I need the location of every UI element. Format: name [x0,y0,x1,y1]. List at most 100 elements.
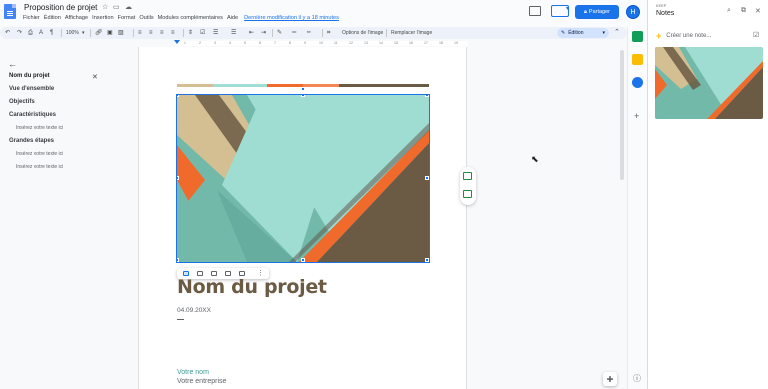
explore-icon: ✚ [606,374,614,384]
insert-image-icon[interactable]: ▨ [118,28,124,38]
meet-present-button[interactable] [551,5,569,17]
move-folder-icon[interactable]: ▭ [113,3,120,11]
star-icon[interactable]: ☆ [102,3,108,11]
geometric-artwork [177,95,429,262]
add-comment-icon[interactable] [463,172,472,180]
border-weight-icon[interactable]: ═ [292,28,296,38]
redo-icon[interactable]: ↷ [17,28,22,38]
menu-modules[interactable]: Modules complémentaires [158,15,223,21]
document-date[interactable]: 04.09.20XX [177,307,211,314]
paint-format-icon[interactable]: ¶ [50,28,53,38]
outline-subitem[interactable]: Insérez votre texte ici [16,151,63,157]
add-comment-icon[interactable]: ▣ [107,28,113,38]
menu-fichier[interactable]: Fichier [23,15,40,21]
back-arrow-icon[interactable]: ← [8,59,17,69]
print-icon[interactable]: ⎙ [28,28,33,38]
author-company[interactable]: Votre entreprise [177,378,226,385]
menu-outils[interactable]: Outils [139,15,153,21]
line-spacing-icon[interactable]: ⇕ [188,28,193,38]
chevron-down-icon: ▾ [602,30,605,36]
outline-item[interactable]: Objectifs [9,99,35,105]
menu-edition[interactable]: Édition [44,15,61,21]
border-color-icon[interactable]: ✎ [277,28,282,38]
outline-subitem[interactable]: Insérez votre texte ici [16,125,63,131]
bulleted-list-icon[interactable]: ☰ [213,28,218,38]
open-in-new-icon[interactable]: ⧉ [741,7,746,15]
align-right-icon[interactable]: ≡ [160,28,164,38]
outline-item[interactable]: Vue d'ensemble [9,86,54,92]
ruler-tick-label: 11 [334,41,338,45]
indent-marker[interactable] [174,40,180,44]
border-dash-icon[interactable]: ┅ [307,28,311,38]
outline-item[interactable]: Nom du projet [9,73,50,79]
last-edit-link[interactable]: Dernière modification il y a 18 minutes [244,15,339,21]
share-button[interactable]: 🔒︎ Partager [575,5,619,19]
menu-affichage[interactable]: Affichage [65,15,88,21]
ruler: 1 2 3 4 5 6 7 8 9 10 11 12 13 14 15 16 17 18 19 [0,40,627,47]
image-options-button[interactable]: Options de l'image [342,28,383,38]
rotate-handle[interactable] [301,87,305,91]
menu-aide[interactable]: Aide [227,15,238,21]
author-name[interactable]: Votre nom [177,369,209,376]
document-page[interactable]: ⋮ Nom du projet 04.09.20XX Votre nom Vot… [138,47,467,389]
zoom-chevron-icon: ▾ [82,30,85,36]
replace-image-button[interactable]: Remplacer l'image [391,28,432,38]
ruler-tick-label: 5 [244,41,246,45]
ruler-scale: 1 2 3 4 5 6 7 8 9 10 11 12 13 14 15 16 17 18 19 [176,41,468,46]
checklist-icon[interactable]: ☑ [200,28,205,38]
checkbox-note-icon[interactable]: ☑ [753,31,759,39]
ruler-tick-label: 14 [379,41,383,45]
ruler-tick-label: 19 [454,41,458,45]
collapse-menus-icon[interactable]: ⌃ [614,28,620,36]
create-note-input[interactable]: + Créer une note... [656,31,711,41]
tasks-icon[interactable] [632,77,643,88]
avatar[interactable]: H [626,5,640,19]
note-image [655,47,763,119]
spellcheck-icon[interactable]: A [39,28,43,38]
close-icon[interactable]: ✕ [755,7,761,15]
align-center-icon[interactable]: ≡ [149,28,153,38]
suggest-edit-icon[interactable] [463,190,472,198]
link-icon[interactable]: 🔗︎ [95,28,103,38]
info-icon[interactable]: ⓘ [633,373,641,384]
cloud-status-icon[interactable]: ☁ [125,3,132,11]
document-title[interactable]: Proposition de projet [24,3,97,12]
keep-panel: KEEP Notes ⌕ ⧉ ✕ + Créer une note... ☑ [647,0,768,389]
ruler-tick-label: 8 [289,41,291,45]
scrollbar[interactable] [620,50,624,180]
outline-subitem[interactable]: Insérez votre texte ici [16,164,63,170]
ruler-tick-label: 10 [319,41,323,45]
search-icon[interactable]: ⌕ [727,7,731,15]
explore-button[interactable]: ✚ [603,372,617,386]
keep-icon[interactable] [632,54,643,65]
side-apps-strip: + ⓘ [627,27,647,389]
editing-mode-label: Édition [568,30,584,36]
ruler-tick-label: 3 [214,41,216,45]
document-title-heading[interactable]: Nom du projet [177,276,327,298]
crop-icon[interactable]: ⌗ [327,28,330,38]
calendar-icon[interactable] [632,31,643,42]
mouse-cursor-icon: ⬉ [531,154,539,164]
close-icon[interactable]: ✕ [92,73,98,81]
menu-insertion[interactable]: Insertion [92,15,113,21]
increase-indent-icon[interactable]: ⇥ [261,28,266,38]
outline-item[interactable]: Caractéristiques [9,112,56,118]
align-left-icon[interactable]: ≡ [138,28,142,38]
decrease-indent-icon[interactable]: ⇤ [249,28,254,38]
keep-note-card[interactable] [655,47,763,119]
keep-app-name: KEEP [656,4,667,8]
ruler-tick-label: 16 [409,41,413,45]
align-justify-icon[interactable]: ≡ [171,28,175,38]
comment-history-icon[interactable] [529,6,541,16]
zoom-select[interactable]: 100% [66,28,79,38]
divider [177,319,184,320]
docs-logo-icon[interactable] [4,4,16,19]
undo-icon[interactable]: ↶ [5,28,10,38]
add-addon-icon[interactable]: + [634,111,639,121]
menu-format[interactable]: Format [118,15,136,21]
editing-mode-select[interactable]: ✎ Édition ▾ [557,28,609,38]
numbered-list-icon[interactable]: ☰ [231,28,236,38]
header-image[interactable] [176,94,430,263]
outline-item[interactable]: Grandes étapes [9,138,54,144]
share-label: Partager [588,9,611,15]
